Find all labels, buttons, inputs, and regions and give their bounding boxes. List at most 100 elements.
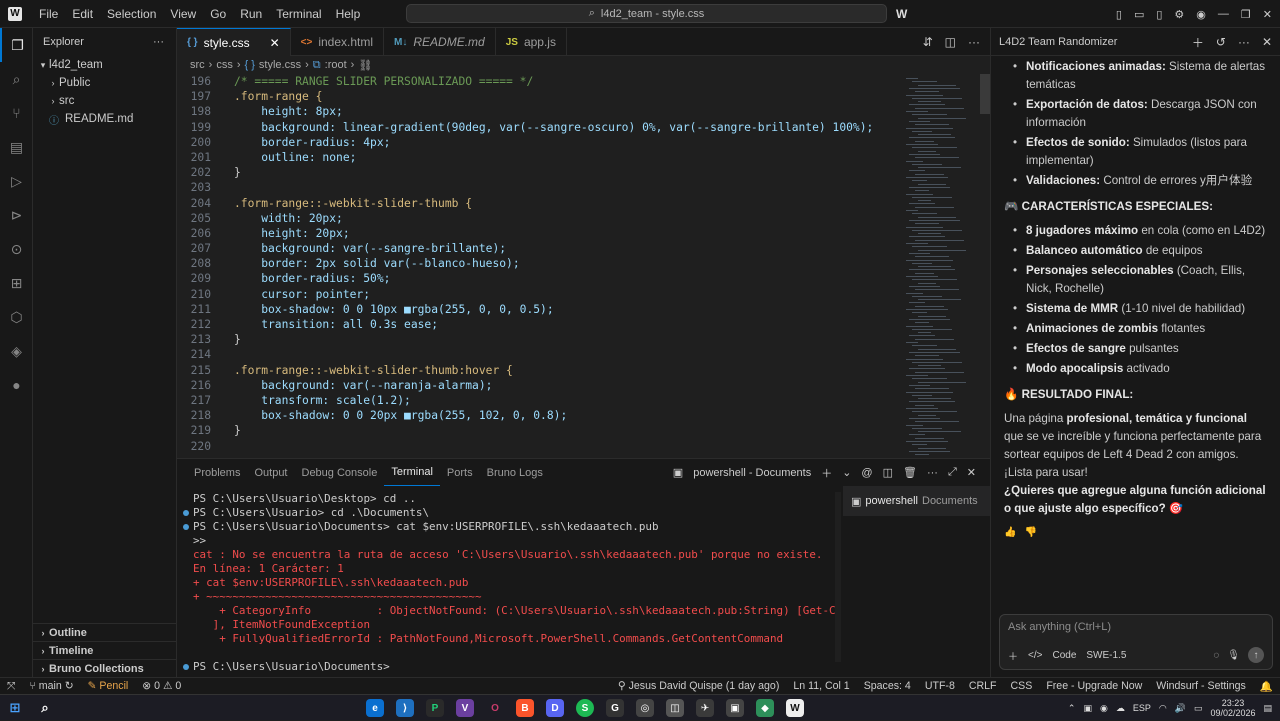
- close-panel-icon[interactable]: ✕: [967, 466, 976, 479]
- upgrade-link[interactable]: Free - Upgrade Now: [1039, 680, 1149, 692]
- close-icon[interactable]: ✕: [1262, 35, 1272, 49]
- menu-run[interactable]: Run: [233, 0, 269, 28]
- add-context-icon[interactable]: ＋: [1008, 648, 1018, 663]
- menu-go[interactable]: Go: [203, 0, 233, 28]
- discord-icon[interactable]: D: [546, 699, 564, 717]
- code-editor[interactable]: 196 /* ===== RANGE SLIDER PERSONALIZADO =…: [177, 74, 902, 486]
- source-control-icon[interactable]: ⑂: [0, 96, 33, 130]
- menu-terminal[interactable]: Terminal: [269, 0, 328, 28]
- split-terminal-icon[interactable]: ◫: [883, 466, 893, 479]
- chat-title[interactable]: L4D2 Team Randomizer: [999, 36, 1117, 48]
- windsurf-taskbar-icon[interactable]: W: [786, 699, 804, 717]
- more-actions-icon[interactable]: ···: [968, 35, 980, 49]
- brave-icon[interactable]: B: [516, 699, 534, 717]
- line-ending[interactable]: CRLF: [962, 680, 1004, 692]
- history-icon[interactable]: ↺: [1216, 35, 1226, 49]
- remote-icon[interactable]: ⊙: [0, 232, 33, 266]
- map-icon[interactable]: ▤: [0, 130, 33, 164]
- command-center[interactable]: ⌕ l4d2_team - style.css: [406, 4, 887, 23]
- menu-selection[interactable]: Selection: [100, 0, 163, 28]
- indentation[interactable]: Spaces: 4: [857, 680, 918, 692]
- branch-indicator[interactable]: ⑂ main ↻: [22, 680, 80, 692]
- pycharm-icon[interactable]: P: [426, 699, 444, 717]
- settings-gear-icon[interactable]: ⚙: [1174, 8, 1184, 21]
- split-editor-icon[interactable]: ◫: [945, 35, 956, 49]
- edge-browser-icon[interactable]: e: [366, 699, 384, 717]
- minimize-icon[interactable]: —: [1218, 8, 1229, 20]
- tree-root[interactable]: ▾ l4d2_team: [33, 56, 176, 74]
- model-selector[interactable]: SWE-1.5: [1086, 650, 1126, 661]
- minimap[interactable]: [902, 74, 982, 486]
- tray-app-icon[interactable]: ▣: [1083, 703, 1092, 714]
- notification-center-icon[interactable]: ▤: [1263, 703, 1272, 714]
- breadcrumb-item[interactable]: :root: [325, 59, 347, 71]
- vscode-icon[interactable]: ⟩: [396, 699, 414, 717]
- cube-icon[interactable]: ◈: [0, 334, 33, 368]
- problems-indicator[interactable]: ⊗ 0 ⚠ 0: [135, 680, 188, 692]
- more-actions-icon[interactable]: ···: [1238, 35, 1250, 49]
- terminal-name[interactable]: powershell - Documents: [693, 467, 811, 479]
- chevron-up-icon[interactable]: ⌃: [1068, 703, 1076, 714]
- breadcrumb-item[interactable]: style.css: [259, 59, 301, 71]
- breadcrumb-item[interactable]: css: [216, 59, 233, 71]
- tab-app-js[interactable]: JS app.js: [496, 28, 567, 56]
- language-indicator[interactable]: ESP: [1133, 703, 1151, 713]
- cursor-position[interactable]: Ln 11, Col 1: [786, 680, 856, 692]
- menu-file[interactable]: File: [32, 0, 65, 28]
- section-bruno-collections[interactable]: › Bruno Collections: [33, 659, 177, 677]
- github-icon[interactable]: G: [606, 699, 624, 717]
- tree-item-public[interactable]: › Public: [33, 74, 176, 92]
- app-icon[interactable]: ◎: [636, 699, 654, 717]
- panel-tab-debug-console[interactable]: Debug Console: [295, 459, 385, 486]
- copilot-icon[interactable]: @: [861, 467, 872, 479]
- toggle-sidebar-icon[interactable]: ▯: [1116, 8, 1122, 21]
- app-icon[interactable]: ✈: [696, 699, 714, 717]
- restore-icon[interactable]: ❐: [1241, 8, 1251, 21]
- menu-edit[interactable]: Edit: [65, 0, 100, 28]
- editor-scrollbar[interactable]: [980, 74, 990, 114]
- section-timeline[interactable]: › Timeline: [33, 641, 177, 659]
- terminal-list-item[interactable]: ▣ powershell Documents: [843, 486, 990, 516]
- search-icon[interactable]: ⌕: [36, 699, 54, 717]
- maximize-panel-icon[interactable]: ⤢: [948, 466, 957, 479]
- tray-app-icon[interactable]: ◉: [1100, 703, 1108, 714]
- spotify-icon[interactable]: S: [576, 699, 594, 717]
- git-blame[interactable]: ⚲ Jesus David Quispe (1 day ago): [611, 680, 786, 692]
- tab-index-html[interactable]: <> index.html: [291, 28, 385, 56]
- panel-tab-bruno-logs[interactable]: Bruno Logs: [480, 459, 550, 486]
- battery-icon[interactable]: ▭: [1194, 703, 1203, 714]
- panel-tab-ports[interactable]: Ports: [440, 459, 480, 486]
- thumbs-up-icon[interactable]: 👍: [1004, 524, 1016, 542]
- app-icon[interactable]: ◆: [756, 699, 774, 717]
- thumbs-down-icon[interactable]: 👎: [1024, 524, 1036, 542]
- trash-icon[interactable]: 🗑: [903, 466, 917, 479]
- microphone-icon[interactable]: 🎙: [1227, 650, 1240, 661]
- menu-view[interactable]: View: [163, 0, 203, 28]
- terminal-output[interactable]: PS C:\Users\Usuario\Desktop> cd .. PS C:\…: [177, 492, 837, 678]
- encoding[interactable]: UTF-8: [918, 680, 962, 692]
- mode-selector[interactable]: Code: [1052, 650, 1076, 661]
- send-arrow-icon[interactable]: ↑: [1248, 647, 1264, 663]
- run-debug-icon[interactable]: ▷: [0, 164, 33, 198]
- command-decoration-icon[interactable]: [183, 664, 189, 670]
- tab-style-css[interactable]: { } style.css ✕: [177, 28, 291, 56]
- debug-play-icon[interactable]: ⊳: [0, 198, 33, 232]
- app-icon[interactable]: ◫: [666, 699, 684, 717]
- breadcrumb-item[interactable]: src: [190, 59, 205, 71]
- terminal-scrollbar[interactable]: [835, 492, 841, 662]
- search-view-icon[interactable]: ⌕: [0, 62, 33, 96]
- shield-icon[interactable]: ⬡: [0, 300, 33, 334]
- visual-studio-icon[interactable]: V: [456, 699, 474, 717]
- toggle-secondary-sidebar-icon[interactable]: ▯: [1156, 8, 1162, 21]
- windsurf-logo-icon[interactable]: W: [896, 7, 907, 21]
- command-decoration-icon[interactable]: [183, 524, 189, 530]
- windsurf-settings[interactable]: Windsurf - Settings: [1149, 680, 1253, 692]
- clock[interactable]: 23:23 09/02/2026: [1210, 698, 1255, 718]
- more-actions-icon[interactable]: ···: [927, 467, 938, 479]
- language-mode[interactable]: CSS: [1004, 680, 1040, 692]
- pencil-status[interactable]: ✎ Pencil: [81, 680, 136, 692]
- chat-input-box[interactable]: Ask anything (Ctrl+L) ＋ </> Code SWE-1.5…: [999, 614, 1273, 670]
- remote-indicator-icon[interactable]: ⤧: [0, 680, 22, 693]
- command-decoration-icon[interactable]: [183, 510, 189, 516]
- explorer-files-icon[interactable]: ❐: [0, 28, 33, 62]
